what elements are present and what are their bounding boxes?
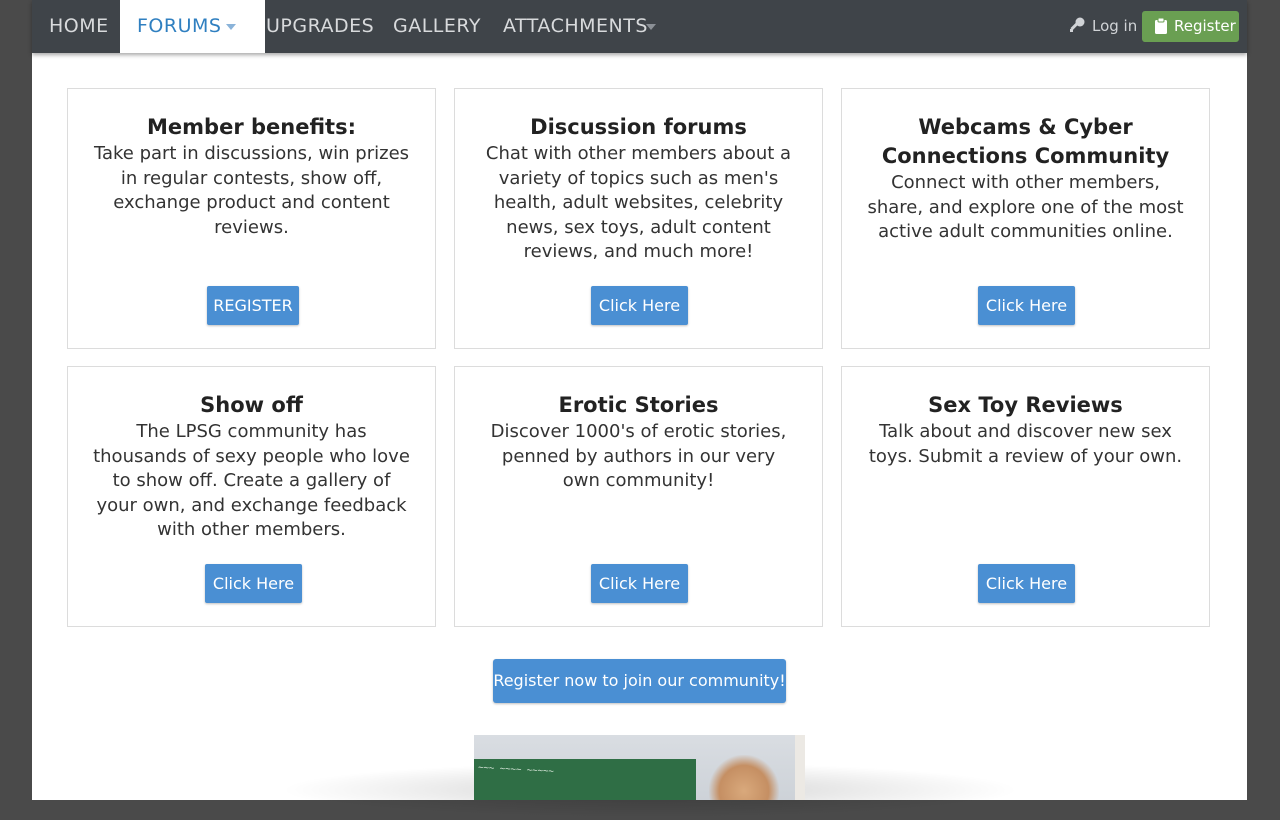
top-navigation-bar: HOME FORUMS UPGRADES GALLERY ATTACHMENTS: [32, 0, 1247, 53]
forums-dropdown-arrow-icon[interactable]: [226, 24, 236, 30]
card-description: Chat with other members about a variety …: [485, 143, 792, 263]
attachments-dropdown-arrow-icon[interactable]: [646, 24, 656, 30]
chalkboard-scribble: ~~~ ~~~~ ~~~~~: [477, 763, 555, 777]
nav-home[interactable]: HOME: [49, 0, 109, 53]
register-label: Register: [1174, 17, 1236, 35]
register-now-button[interactable]: Register now to join our community!: [493, 659, 786, 703]
card-sex-toy-reviews: Sex Toy Reviews Talk about and discover …: [841, 366, 1210, 627]
card-description: Talk about and discover new sex toys. Su…: [868, 421, 1183, 467]
login-label: Log in: [1092, 17, 1138, 35]
click-here-button[interactable]: Click Here: [205, 564, 302, 603]
nav-attachments[interactable]: ATTACHMENTS: [503, 0, 648, 53]
card-member-benefits: Member benefits: Take part in discussion…: [67, 88, 436, 349]
card-title: Member benefits:: [147, 115, 356, 139]
card-title: Erotic Stories: [558, 393, 719, 417]
card-webcams: Webcams & Cyber Connections Community Co…: [841, 88, 1210, 349]
nav-gallery[interactable]: GALLERY: [393, 0, 481, 53]
card-description: Discover 1000's of erotic stories, penne…: [490, 421, 787, 492]
click-here-button[interactable]: Click Here: [978, 286, 1075, 325]
key-icon: [1070, 17, 1085, 32]
nav-upgrades[interactable]: UPGRADES: [266, 0, 374, 53]
card-description: The LPSG community has thousands of sexy…: [93, 421, 410, 541]
card-title: Discussion forums: [530, 115, 747, 139]
active-tab-edge: [248, 0, 249, 53]
card-title: Webcams & Cyber Connections Community: [881, 115, 1170, 168]
card-description: Connect with other members, share, and e…: [867, 172, 1184, 243]
register-button-top[interactable]: Register: [1142, 11, 1239, 42]
click-here-button[interactable]: Click Here: [591, 286, 688, 325]
click-here-button[interactable]: Click Here: [591, 564, 688, 603]
chalkboard: ~~~ ~~~~ ~~~~~: [474, 759, 696, 800]
promo-image[interactable]: ~~~ ~~~~ ~~~~~: [474, 735, 805, 800]
card-title: Show off: [200, 393, 303, 417]
login-link[interactable]: Log in: [1068, 0, 1137, 53]
register-button[interactable]: REGISTER: [207, 286, 299, 325]
card-description: Take part in discussions, win prizes in …: [93, 143, 410, 238]
card-erotic-stories: Erotic Stories Discover 1000's of erotic…: [454, 366, 823, 627]
nav-forums[interactable]: FORUMS: [120, 0, 265, 53]
image-frame: [795, 735, 805, 800]
person-figure: [709, 755, 779, 800]
card-show-off: Show off The LPSG community has thousand…: [67, 366, 436, 627]
card-discussion-forums: Discussion forums Chat with other member…: [454, 88, 823, 349]
click-here-button[interactable]: Click Here: [978, 564, 1075, 603]
card-title: Sex Toy Reviews: [928, 393, 1123, 417]
clipboard-icon: [1155, 18, 1167, 34]
